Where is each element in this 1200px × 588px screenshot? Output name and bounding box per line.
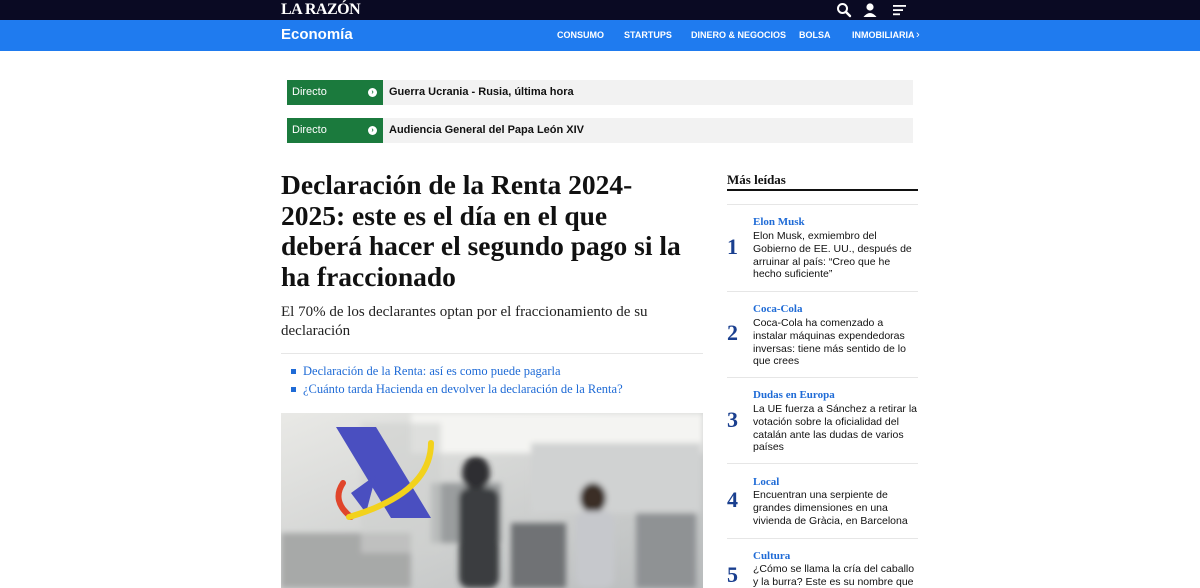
arrow-right-icon: › xyxy=(368,126,377,135)
live-tag: Directo › xyxy=(287,80,383,105)
item-headline[interactable]: Elon Musk, exmiembro del Gobierno de EE.… xyxy=(753,230,919,281)
most-read-item[interactable]: 3 Dudas en Europa La UE fuerza a Sánchez… xyxy=(727,377,918,463)
menu-icon[interactable] xyxy=(891,1,909,19)
divider xyxy=(281,353,703,354)
rank-number: 2 xyxy=(727,320,738,345)
live-tag: Directo › xyxy=(287,118,383,143)
bullet-square-icon xyxy=(291,387,296,392)
top-bar: LA RAZÓN xyxy=(0,0,1200,20)
search-icon[interactable] xyxy=(835,1,853,19)
nav-more-chevron-icon[interactable]: › xyxy=(916,20,920,50)
item-headline[interactable]: Encuentran una serpiente de grandes dime… xyxy=(753,489,919,527)
rank-number: 5 xyxy=(727,562,738,587)
most-read-item[interactable]: 2 Coca-Cola Coca-Cola ha comenzado a ins… xyxy=(727,291,918,377)
nav-startups[interactable]: STARTUPS xyxy=(624,20,672,51)
rank-number: 3 xyxy=(727,407,738,432)
related-link-label[interactable]: Declaración de la Renta: así es como pue… xyxy=(303,364,561,379)
related-link-label[interactable]: ¿Cuánto tarda Hacienda en devolver la de… xyxy=(303,382,623,397)
live-headline[interactable]: Guerra Ucrania - Rusia, última hora xyxy=(389,80,574,105)
item-headline[interactable]: ¿Cómo se llama la cría del caballo y la … xyxy=(753,563,919,588)
item-headline[interactable]: Coca-Cola ha comenzado a instalar máquin… xyxy=(753,317,919,368)
bullet-square-icon xyxy=(291,369,296,374)
live-tag-label: Directo xyxy=(292,124,327,136)
article-subhead: El 70% de los declarantes optan por el f… xyxy=(281,304,648,339)
item-category[interactable]: Cultura xyxy=(753,550,790,562)
most-read-title: Más leídas xyxy=(727,172,786,187)
rank-number: 4 xyxy=(727,487,738,512)
nav-dinero-negocios[interactable]: DINERO & NEGOCIOS xyxy=(691,20,786,51)
most-read-item[interactable]: 1 Elon Musk Elon Musk, exmiembro del Gob… xyxy=(727,204,918,291)
nav-consumo[interactable]: CONSUMO xyxy=(557,20,604,51)
live-row[interactable]: Directo › Guerra Ucrania - Rusia, última… xyxy=(287,80,913,105)
section-bar: Economía CONSUMO STARTUPS DINERO & NEGOC… xyxy=(0,20,1200,51)
item-category[interactable]: Dudas en Europa xyxy=(753,389,835,401)
most-read-rule xyxy=(727,189,918,191)
item-headline[interactable]: La UE fuerza a Sánchez a retirar la vota… xyxy=(753,403,919,454)
live-headline[interactable]: Audiencia General del Papa León XIV xyxy=(389,118,584,143)
live-tag-label: Directo xyxy=(292,86,327,98)
site-logo[interactable]: LA RAZÓN xyxy=(281,0,361,20)
section-title[interactable]: Economía xyxy=(281,20,353,50)
nav-bolsa[interactable]: BOLSA xyxy=(799,20,831,51)
arrow-right-icon: › xyxy=(368,88,377,97)
item-category[interactable]: Local xyxy=(753,476,779,488)
office-photo-illustration xyxy=(281,413,703,588)
live-row[interactable]: Directo › Audiencia General del Papa Leó… xyxy=(287,118,913,143)
item-category[interactable]: Elon Musk xyxy=(753,216,805,228)
nav-inmobiliaria[interactable]: INMOBILIARIA xyxy=(852,20,915,51)
most-read-item[interactable]: 5 Cultura ¿Cómo se llama la cría del cab… xyxy=(727,538,918,588)
article-headline: Declaración de la Renta 2024-2025: este … xyxy=(281,169,681,292)
most-read-item[interactable]: 4 Local Encuentran una serpiente de gran… xyxy=(727,463,918,538)
user-icon[interactable] xyxy=(861,1,879,19)
item-category[interactable]: Coca-Cola xyxy=(753,303,803,315)
article-image xyxy=(281,413,703,588)
rank-number: 1 xyxy=(727,234,738,259)
